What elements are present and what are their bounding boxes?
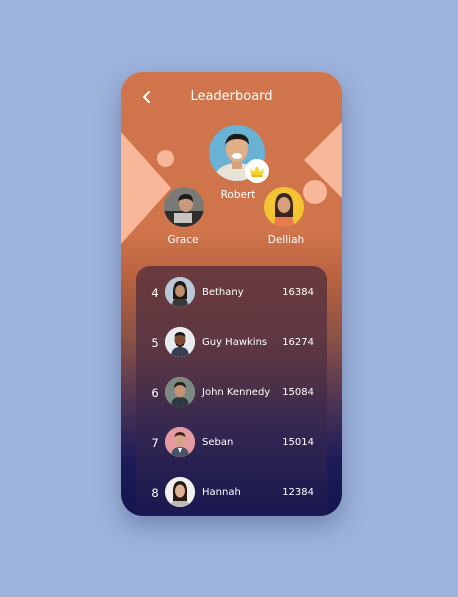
player-name: Guy Hawkins: [202, 337, 268, 348]
list-item[interactable]: 5 Guy Hawkins 16274: [136, 323, 327, 363]
decor-dot: [303, 180, 327, 204]
avatar: [165, 477, 195, 507]
header: Leaderboard: [121, 72, 342, 122]
player-name: Hannah: [202, 487, 241, 498]
list-item[interactable]: 8 Hannah 12384: [136, 473, 327, 513]
decor-dot: [157, 150, 174, 167]
list-item[interactable]: 4 Bethany 16384: [136, 273, 327, 313]
avatar: [165, 427, 195, 457]
avatar: [165, 277, 195, 307]
player-score: 16274: [282, 337, 314, 348]
rank-number: 7: [151, 436, 159, 450]
player-name: Bethany: [202, 287, 244, 298]
podium-name-second: Grace: [167, 234, 199, 246]
player-score: 16384: [282, 287, 314, 298]
player-score: 12384: [282, 487, 314, 498]
player-score: 15084: [282, 387, 314, 398]
list-item[interactable]: 7 Seban 15014: [136, 423, 327, 463]
list-item[interactable]: 6 John Kennedy 15084: [136, 373, 327, 413]
player-score: 15014: [282, 437, 314, 448]
rank-number: 5: [151, 336, 159, 350]
rank-number: 4: [151, 286, 159, 300]
leaderboard-list: 4 Bethany 16384 5 Guy Hawkins 16274 6 Jo…: [136, 266, 327, 516]
rank-number: 8: [151, 486, 159, 500]
decor-triangle-left: [121, 132, 171, 244]
avatar: [165, 327, 195, 357]
phone-screen: Leaderboard Robert Grace Delliah 4 Betha…: [121, 72, 342, 516]
crown-icon: [250, 166, 264, 177]
podium-name-third: Delliah: [267, 234, 305, 246]
page-title: Leaderboard: [190, 89, 273, 104]
crown-badge: [245, 159, 269, 183]
avatar-second-place[interactable]: [164, 187, 204, 227]
player-name: Seban: [202, 437, 234, 448]
avatar-third-place[interactable]: [264, 187, 304, 227]
avatar: [165, 377, 195, 407]
rank-number: 6: [151, 386, 159, 400]
player-name: John Kennedy: [202, 387, 271, 398]
